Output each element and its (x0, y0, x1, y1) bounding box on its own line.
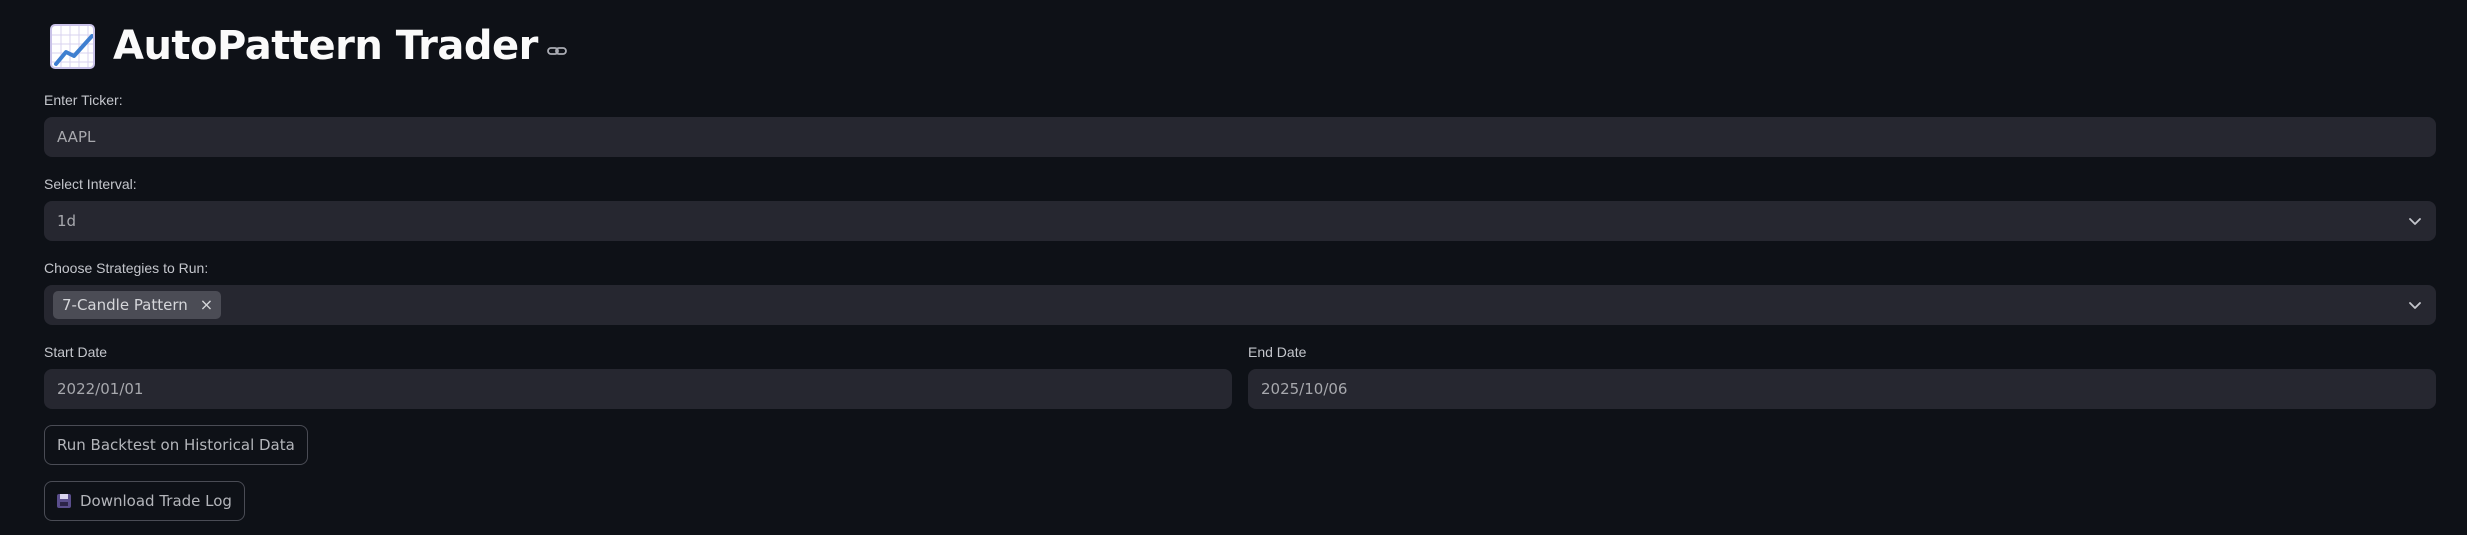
strategy-tag-label: 7-Candle Pattern (62, 296, 188, 314)
run-backtest-button[interactable]: Run Backtest on Historical Data (44, 425, 308, 465)
end-date-input[interactable]: 2025/10/06 (1248, 369, 2436, 409)
download-trade-log-button[interactable]: Download Trade Log (44, 481, 245, 521)
strategies-label: Choose Strategies to Run: (44, 260, 209, 276)
start-date-value: 2022/01/01 (57, 380, 144, 398)
end-date-label: End Date (1248, 344, 1307, 360)
interval-select[interactable]: 1d (44, 201, 2436, 241)
page-title: AutoPattern Trader (113, 23, 538, 69)
floppy-disk-icon (57, 494, 71, 508)
link-icon[interactable] (546, 44, 567, 58)
ticker-input[interactable]: AAPL (44, 117, 2436, 157)
page-header: AutoPattern Trader (50, 18, 567, 74)
chevron-down-icon (2409, 218, 2421, 225)
download-trade-log-label: Download Trade Log (80, 492, 232, 510)
app-root: AutoPattern Trader Enter Ticker: AAPL Se… (0, 0, 2467, 535)
run-backtest-label: Run Backtest on Historical Data (57, 436, 295, 454)
strategies-multiselect[interactable]: 7-Candle Pattern × (44, 285, 2436, 325)
ticker-label: Enter Ticker: (44, 92, 123, 108)
strategy-tag: 7-Candle Pattern × (53, 291, 222, 319)
tag-remove-icon[interactable]: × (200, 297, 213, 313)
start-date-input[interactable]: 2022/01/01 (44, 369, 1232, 409)
end-date-value: 2025/10/06 (1261, 380, 1348, 398)
ticker-value: AAPL (57, 128, 96, 146)
chevron-down-icon (2409, 302, 2421, 309)
interval-label: Select Interval: (44, 176, 137, 192)
chart-increasing-icon (50, 23, 95, 69)
start-date-label: Start Date (44, 344, 108, 360)
interval-selected-value: 1d (57, 212, 77, 230)
